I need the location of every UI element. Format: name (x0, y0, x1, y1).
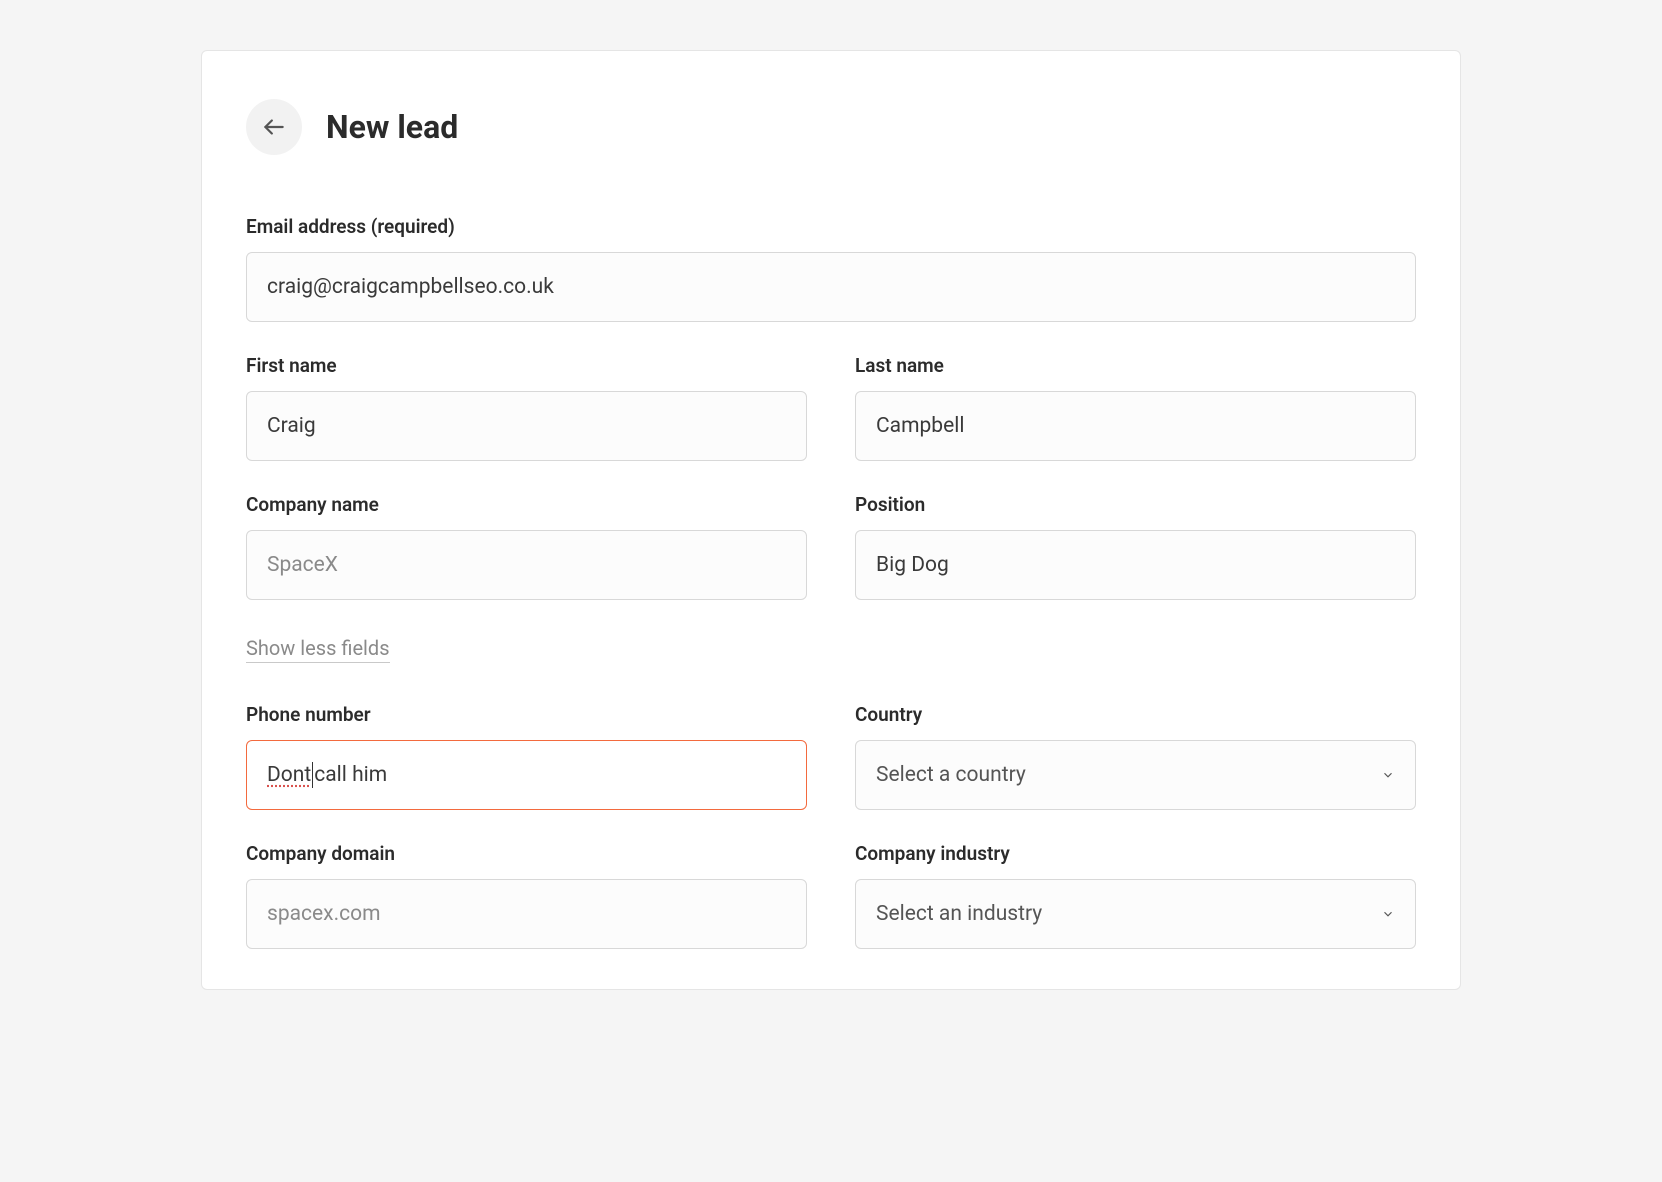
position-label: Position (855, 493, 1416, 516)
toggle-fields-link[interactable]: Show less fields (246, 636, 390, 663)
country-label: Country (855, 703, 1416, 726)
last-name-label: Last name (855, 354, 1416, 377)
card-header: New lead (246, 99, 1416, 155)
phone-value-rest: call him (314, 763, 387, 787)
arrow-left-icon (261, 114, 287, 140)
company-domain-field-group: Company domain (246, 842, 807, 949)
first-name-label: First name (246, 354, 807, 377)
company-industry-label: Company industry (855, 842, 1416, 865)
page-title: New lead (326, 108, 458, 146)
email-label: Email address (required) (246, 215, 1416, 238)
company-domain-input[interactable] (246, 879, 807, 949)
first-name-field-group: First name (246, 354, 807, 461)
phone-label: Phone number (246, 703, 807, 726)
company-name-input[interactable] (246, 530, 807, 600)
company-industry-field-group: Company industry Select an industry (855, 842, 1416, 949)
position-input[interactable] (855, 530, 1416, 600)
email-input[interactable] (246, 252, 1416, 322)
back-button[interactable] (246, 99, 302, 155)
company-name-field-group: Company name (246, 493, 807, 600)
first-name-input[interactable] (246, 391, 807, 461)
lead-form: Email address (required) First name Last… (246, 215, 1416, 949)
company-industry-select[interactable]: Select an industry (855, 879, 1416, 949)
phone-value-misspelled: Dont (267, 763, 311, 787)
new-lead-card: New lead Email address (required) First … (201, 50, 1461, 990)
position-field-group: Position (855, 493, 1416, 600)
country-select[interactable]: Select a country (855, 740, 1416, 810)
company-name-label: Company name (246, 493, 807, 516)
last-name-input[interactable] (855, 391, 1416, 461)
text-cursor (312, 762, 313, 788)
email-field-group: Email address (required) (246, 215, 1416, 322)
phone-field-group: Phone number Dont call him (246, 703, 807, 810)
last-name-field-group: Last name (855, 354, 1416, 461)
country-field-group: Country Select a country (855, 703, 1416, 810)
phone-input[interactable]: Dont call him (246, 740, 807, 810)
company-domain-label: Company domain (246, 842, 807, 865)
